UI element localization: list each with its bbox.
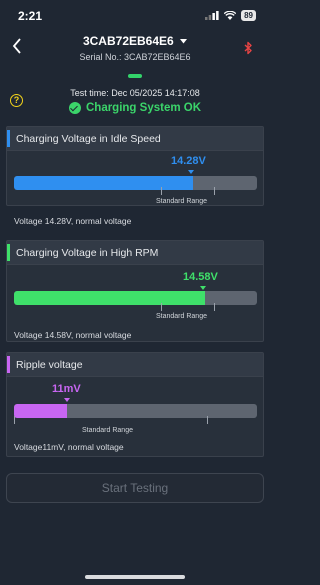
check-circle-icon [68, 102, 81, 114]
value-marker [200, 286, 206, 290]
ripple-value: 11mV [52, 383, 81, 395]
voltage-description: Voltage 14.28V, normal voltage [14, 216, 132, 226]
ripple-bar [14, 404, 257, 418]
system-status: Charging System OK [0, 102, 270, 114]
header: 3CAB72EB64E6 Serial No.: 3CAB72EB64E6 [0, 30, 270, 70]
device-selector[interactable]: 3CAB72EB64E6 [0, 34, 270, 48]
device-name: 3CAB72EB64E6 [82, 34, 174, 48]
range-start-line [161, 303, 162, 311]
ripple-description: Voltage11mV, normal voltage [14, 442, 124, 452]
start-testing-button[interactable]: Start Testing [6, 473, 264, 503]
standard-range-label: Standard Range [156, 198, 207, 205]
card-header: Ripple voltage [7, 353, 263, 377]
standard-range-label: Standard Range [156, 313, 207, 320]
voltage-value: 14.28V [171, 155, 206, 167]
card-title: Charging Voltage in Idle Speed [16, 133, 161, 145]
card-title: Ripple voltage [16, 359, 83, 371]
card-title: Charging Voltage in High RPM [16, 247, 159, 259]
ripple-bar-fill [14, 404, 68, 418]
voltage-bar-fill [14, 176, 193, 190]
voltage-value: 14.58V [183, 271, 218, 283]
page-indicator [128, 74, 142, 78]
voltage-bar [14, 291, 257, 305]
voltage-description: Voltage 14.58V, normal voltage [14, 330, 132, 340]
card-header: Charging Voltage in Idle Speed [7, 127, 263, 151]
card-accent [7, 130, 10, 147]
voltage-bar-fill [14, 291, 205, 305]
value-marker [64, 398, 70, 402]
range-end-line [214, 303, 215, 311]
card-accent [7, 356, 10, 373]
serial-number: Serial No.: 3CAB72EB64E6 [79, 52, 191, 62]
range-start-line [14, 416, 15, 424]
idle-voltage-card: Charging Voltage in Idle Speed 14.28V St… [6, 126, 264, 226]
voltage-bar [14, 176, 257, 190]
value-marker [188, 170, 194, 174]
battery-icon: 89 [241, 10, 256, 21]
status-bar: 2:21 89 [0, 0, 270, 30]
test-time: Test time: Dec 05/2025 14:17:08 [70, 88, 200, 98]
range-start-line [161, 187, 162, 195]
status-icons: 89 [205, 10, 256, 21]
bluetooth-button[interactable] [244, 41, 252, 60]
range-end-line [214, 187, 215, 195]
card-accent [7, 244, 10, 261]
bluetooth-icon [244, 41, 252, 55]
system-status-text: Charging System OK [85, 102, 202, 114]
high-rpm-voltage-card: Charging Voltage in High RPM 14.58V Stan… [6, 240, 264, 342]
card-header: Charging Voltage in High RPM [7, 241, 263, 265]
wifi-icon [224, 11, 237, 20]
signal-icon [205, 11, 219, 20]
ripple-voltage-card: Ripple voltage 11mV Standard Range Volta… [6, 352, 264, 457]
standard-range-label: Standard Range [82, 427, 133, 434]
status-time: 2:21 [18, 9, 43, 23]
caret-down-icon [180, 39, 188, 44]
home-indicator [85, 575, 185, 579]
range-end-line [207, 416, 208, 424]
